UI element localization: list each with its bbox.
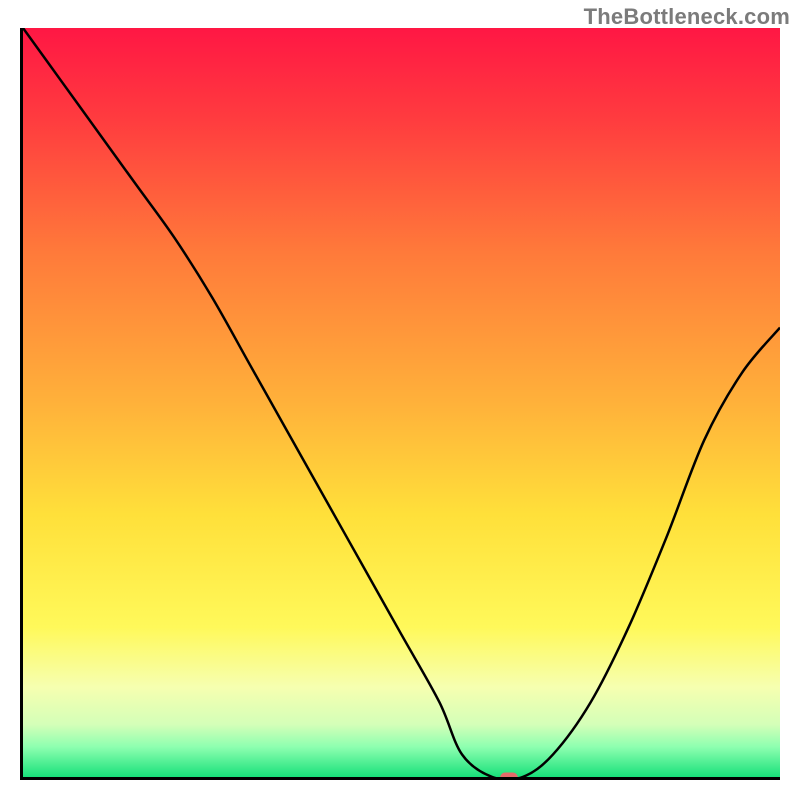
bottleneck-curve [23,28,780,777]
plot-area [20,28,780,780]
optimal-point-marker [500,773,518,781]
bottleneck-chart [0,0,800,800]
